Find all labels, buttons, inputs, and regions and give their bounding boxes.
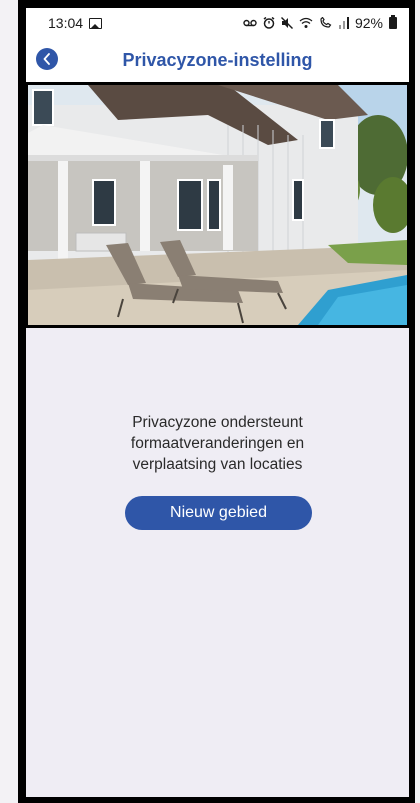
gallery-icon (89, 17, 103, 29)
battery-percentage: 92% (354, 15, 383, 31)
status-time: 13:04 (48, 15, 84, 31)
status-bar: 13:04 92% (26, 8, 409, 38)
mute-icon (280, 17, 293, 29)
info-line: formaatveranderingen en (130, 435, 305, 452)
signal-icon (338, 17, 349, 29)
phone-signal-icon (320, 17, 332, 28)
house-with-pool-photo (28, 85, 407, 325)
new-area-button[interactable]: Nieuw gebied (125, 496, 312, 530)
battery-icon (389, 15, 397, 29)
app-header: Privacyzone-instelling (26, 38, 409, 82)
privacy-zone-panel: Privacyzone ondersteunt formaatveranderi… (26, 332, 409, 797)
app-screen: 13:04 92% Privacyzone-instelling Privacy… (26, 8, 409, 797)
page-title: Privacyzone-instelling (122, 50, 313, 70)
info-line: Privacyzone ondersteunt (132, 414, 303, 431)
voicemail-icon (243, 19, 257, 27)
wifi-calling-icon (299, 17, 313, 28)
alarm-icon (263, 17, 275, 29)
phone-frame: 13:04 92% Privacyzone-instelling Privacy… (18, 0, 415, 803)
camera-preview (26, 82, 409, 328)
info-text: Privacyzone ondersteunt formaatveranderi… (66, 412, 369, 475)
info-line: verplaatsing van locaties (132, 456, 303, 473)
